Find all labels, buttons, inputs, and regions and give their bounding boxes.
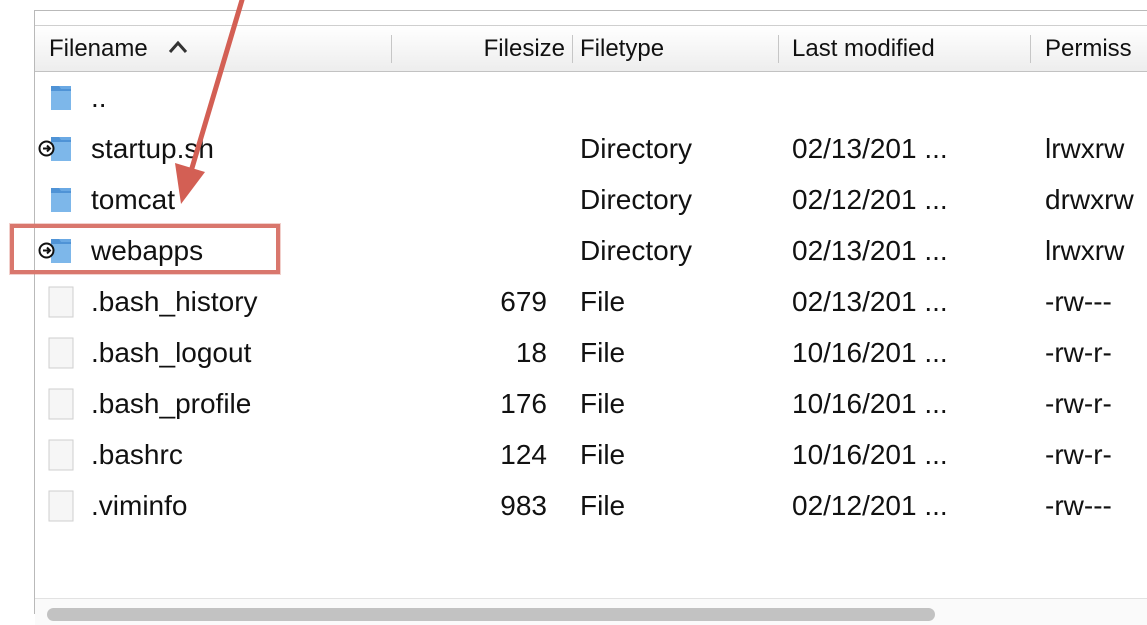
column-header-permissions[interactable]: Permiss (1045, 26, 1147, 71)
folder-icon (45, 184, 77, 216)
file-modified: 02/13/201 ... (792, 286, 948, 317)
file-type: File (580, 439, 626, 470)
file-name: startup.sh (91, 133, 214, 164)
column-divider[interactable] (572, 35, 573, 63)
column-header-filesize-label: Filesize (483, 35, 565, 62)
file-row[interactable]: .bash_history 679 File 02/13/201 ... -rw--- (35, 276, 1147, 327)
column-header-filename-label: Filename (49, 35, 148, 62)
remote-file-list-pane: Filename Filesize Filetype Last modified… (34, 10, 1147, 625)
file-row[interactable]: .bashrc 124 File 10/16/201 ... -rw-r- (35, 429, 1147, 480)
column-header-permissions-label: Permiss (1045, 35, 1132, 62)
column-header-bar: Filename Filesize Filetype Last modified… (35, 25, 1147, 72)
file-permissions: lrwxrw (1045, 235, 1125, 266)
column-header-filesize[interactable]: Filesize (395, 26, 565, 71)
file-size (395, 225, 547, 276)
symlink-badge-icon (38, 140, 55, 157)
file-permissions: -rw-r- (1045, 337, 1112, 368)
column-header-filetype-label: Filetype (580, 35, 665, 62)
file-name: .bashrc (91, 439, 183, 470)
file-modified (792, 72, 1027, 123)
file-modified: 10/16/201 ... (792, 337, 948, 368)
file-name: .bash_history (91, 286, 258, 317)
column-header-filetype[interactable]: Filetype (580, 26, 770, 71)
file-type: File (580, 388, 626, 419)
horizontal-scrollbar[interactable] (35, 598, 1147, 625)
file-permissions: -rw-r- (1045, 439, 1112, 470)
column-divider[interactable] (391, 35, 392, 63)
file-permissions: -rw--- (1045, 490, 1112, 521)
file-permissions: lrwxrw (1045, 133, 1125, 164)
file-modified: 10/16/201 ... (792, 388, 948, 419)
file-size (395, 72, 547, 123)
file-name: tomcat (91, 184, 176, 215)
file-permissions: drwxrw (1045, 184, 1134, 215)
file-type: Directory (580, 184, 693, 215)
file-size: 124 (500, 439, 547, 470)
horizontal-scrollbar-thumb[interactable] (47, 608, 935, 621)
file-modified: 10/16/201 ... (792, 439, 948, 470)
file-modified: 02/12/201 ... (792, 490, 948, 521)
file-permissions (1045, 72, 1147, 123)
file-icon (45, 490, 77, 522)
file-row[interactable]: .bash_profile 176 File 10/16/201 ... -rw-r- (35, 378, 1147, 429)
file-row[interactable]: .. (35, 72, 1147, 123)
file-icon (45, 439, 77, 471)
file-icon (45, 388, 77, 420)
file-size: 983 (500, 490, 547, 521)
file-size (395, 174, 547, 225)
file-type: Directory (580, 235, 693, 266)
file-size: 18 (515, 337, 547, 368)
file-icon (45, 286, 77, 318)
column-divider[interactable] (1030, 35, 1031, 63)
file-row[interactable]: .bash_logout 18 File 10/16/201 ... -rw-r- (35, 327, 1147, 378)
file-size: 679 (500, 286, 547, 317)
column-header-filename[interactable]: Filename (49, 26, 379, 71)
file-name: .viminfo (91, 490, 188, 521)
file-size: 176 (500, 388, 547, 419)
file-row[interactable]: .viminfo 983 File 02/12/201 ... -rw--- (35, 480, 1147, 531)
file-name: .bash_logout (91, 337, 252, 368)
file-type: File (580, 337, 626, 368)
file-type: Directory (580, 133, 693, 164)
file-permissions: -rw--- (1045, 286, 1112, 317)
file-row[interactable]: startup.sh Directory 02/13/201 ... lrwxrw (35, 123, 1147, 174)
file-modified: 02/12/201 ... (792, 184, 948, 215)
annotation-highlight-box (10, 224, 280, 274)
sort-ascending-icon (168, 26, 188, 69)
file-name: .. (91, 82, 107, 113)
file-row[interactable]: tomcat Directory 02/12/201 ... drwxrw (35, 174, 1147, 225)
column-divider[interactable] (778, 35, 779, 63)
file-type (580, 72, 775, 123)
column-header-last-modified-label: Last modified (792, 35, 935, 62)
file-permissions: -rw-r- (1045, 388, 1112, 419)
file-size (395, 123, 547, 174)
file-modified: 02/13/201 ... (792, 133, 948, 164)
file-type: File (580, 286, 626, 317)
file-icon (45, 337, 77, 369)
folder-icon (45, 82, 77, 114)
column-header-last-modified[interactable]: Last modified (792, 26, 1022, 71)
file-name: .bash_profile (91, 388, 252, 419)
file-modified: 02/13/201 ... (792, 235, 948, 266)
file-type: File (580, 490, 626, 521)
